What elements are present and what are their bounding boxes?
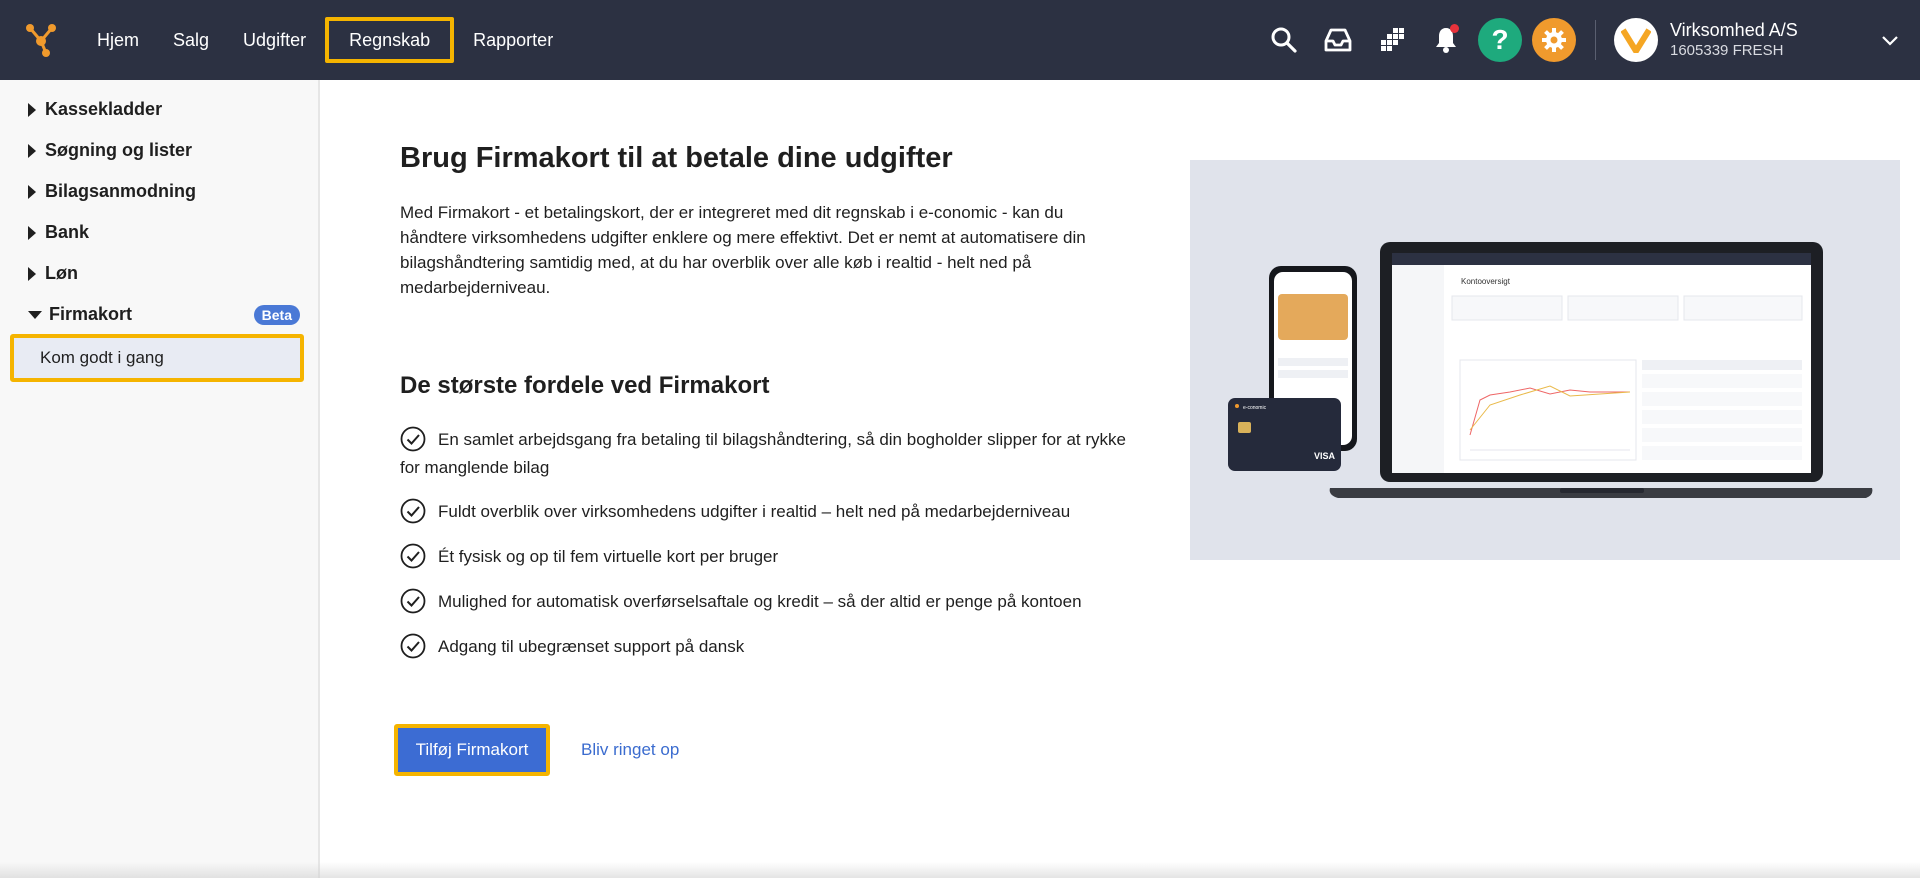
apps-icon	[1381, 28, 1404, 51]
chevron-down-icon	[1882, 36, 1898, 46]
card-brand: VISA	[1314, 451, 1336, 461]
devices-illustration: Kontooversigt e-conomic VISA	[1228, 242, 1873, 498]
notifications-button[interactable]	[1419, 0, 1473, 80]
notification-dot	[1450, 24, 1459, 33]
nav-hjem[interactable]: Hjem	[80, 17, 156, 63]
nav-rapporter[interactable]: Rapporter	[456, 17, 570, 63]
inbox-button[interactable]	[1311, 0, 1365, 80]
check-circle-icon	[400, 633, 426, 659]
nav-udgifter[interactable]: Udgifter	[226, 17, 323, 63]
main-content: Brug Firmakort til at betale dine udgift…	[394, 80, 1920, 878]
laptop-heading: Kontooversigt	[1461, 277, 1511, 286]
check-circle-icon	[400, 543, 426, 569]
card-issuer: e-conomic	[1243, 405, 1267, 411]
caret-down-icon	[28, 310, 42, 319]
apps-button[interactable]	[1365, 0, 1419, 80]
caret-right-icon	[28, 225, 36, 240]
sidebar-item-label: Kassekladder	[45, 99, 163, 119]
list-item: Fuldt overblik over virksomhedens udgift…	[400, 498, 1130, 526]
benefit-text: Mulighed for automatisk overførselsaftal…	[438, 592, 1082, 611]
gear-icon	[1532, 18, 1576, 62]
caret-right-icon	[28, 184, 36, 199]
sidebar-item-bank[interactable]: Bank	[0, 212, 318, 253]
top-divider	[1595, 20, 1596, 60]
benefit-text: Ét fysisk og op til fem virtuelle kort p…	[438, 547, 779, 566]
call-me-link[interactable]: Bliv ringet op	[581, 740, 679, 760]
company-name: Virksomhed A/S	[1670, 20, 1798, 40]
beta-badge: Beta	[253, 304, 300, 325]
help-icon: ?	[1478, 18, 1522, 62]
inbox-icon	[1324, 28, 1352, 52]
caret-right-icon	[28, 102, 36, 117]
sidebar-item-kassekladder[interactable]: Kassekladder	[0, 89, 318, 130]
sidebar-item-label: Bank	[45, 222, 90, 242]
caret-right-icon	[28, 266, 36, 281]
add-firmakort-button[interactable]: Tilføj Firmakort	[394, 724, 550, 776]
sidebar-item-soegning[interactable]: Søgning og lister	[0, 130, 318, 171]
page-title: Brug Firmakort til at betale dine udgift…	[400, 142, 953, 174]
list-item: Adgang til ubegrænset support på dansk	[400, 633, 1130, 661]
product-illustration: Kontooversigt e-conomic VISA	[1190, 160, 1900, 560]
bottom-shadow	[0, 862, 1920, 878]
sidebar-item-bilagsanmodning[interactable]: Bilagsanmodning	[0, 171, 318, 212]
check-circle-icon	[400, 588, 426, 614]
benefit-text: Adgang til ubegrænset support på dansk	[438, 637, 745, 656]
intro-text: Med Firmakort - et betalingskort, der er…	[400, 203, 1086, 297]
nav-regnskab[interactable]: Regnskab	[325, 17, 455, 63]
nav-salg[interactable]: Salg	[156, 17, 226, 63]
company-logo-icon	[1621, 28, 1651, 53]
check-circle-icon	[400, 426, 426, 452]
benefit-text: Fuldt overblik over virksomhedens udgift…	[438, 502, 1071, 521]
check-circle-icon	[400, 498, 426, 524]
economic-logo-icon[interactable]	[22, 20, 60, 58]
search-icon	[1271, 27, 1297, 53]
settings-button[interactable]	[1527, 0, 1581, 80]
top-actions: ? Virksomhed A/S 1605339 FRESH	[1257, 0, 1920, 80]
sidebar-item-firmakort[interactable]: Firmakort Beta	[0, 294, 318, 335]
help-button[interactable]: ?	[1473, 0, 1527, 80]
sidebar-item-label: Firmakort	[49, 304, 133, 324]
search-button[interactable]	[1257, 0, 1311, 80]
list-item: Ét fysisk og op til fem virtuelle kort p…	[400, 543, 1130, 571]
top-navigation-bar: Hjem Salg Udgifter Regnskab Rapporter ? …	[0, 0, 1920, 80]
benefit-text: En samlet arbejdsgang fra betaling til b…	[400, 430, 1126, 477]
company-info: Virksomhed A/S 1605339 FRESH	[1670, 19, 1870, 61]
company-avatar	[1614, 18, 1658, 62]
benefits-heading: De største fordele ved Firmakort	[400, 372, 770, 399]
sidebar-subitem-kom-godt-i-gang[interactable]: Kom godt i gang	[10, 334, 304, 382]
company-switcher[interactable]: Virksomhed A/S 1605339 FRESH	[1614, 0, 1920, 80]
list-item: En samlet arbejdsgang fra betaling til b…	[400, 426, 1130, 482]
sidebar: Kassekladder Søgning og lister Bilagsanm…	[0, 80, 320, 878]
sidebar-item-label: Søgning og lister	[45, 140, 192, 160]
sidebar-item-label: Løn	[45, 263, 78, 283]
company-id: 1605339 FRESH	[1670, 42, 1784, 59]
sidebar-item-loen[interactable]: Løn	[0, 253, 318, 294]
list-item: Mulighed for automatisk overførselsaftal…	[400, 588, 1130, 616]
main-nav: Hjem Salg Udgifter Regnskab Rapporter	[80, 0, 570, 80]
sidebar-item-label: Bilagsanmodning	[45, 181, 197, 201]
caret-right-icon	[28, 143, 36, 158]
